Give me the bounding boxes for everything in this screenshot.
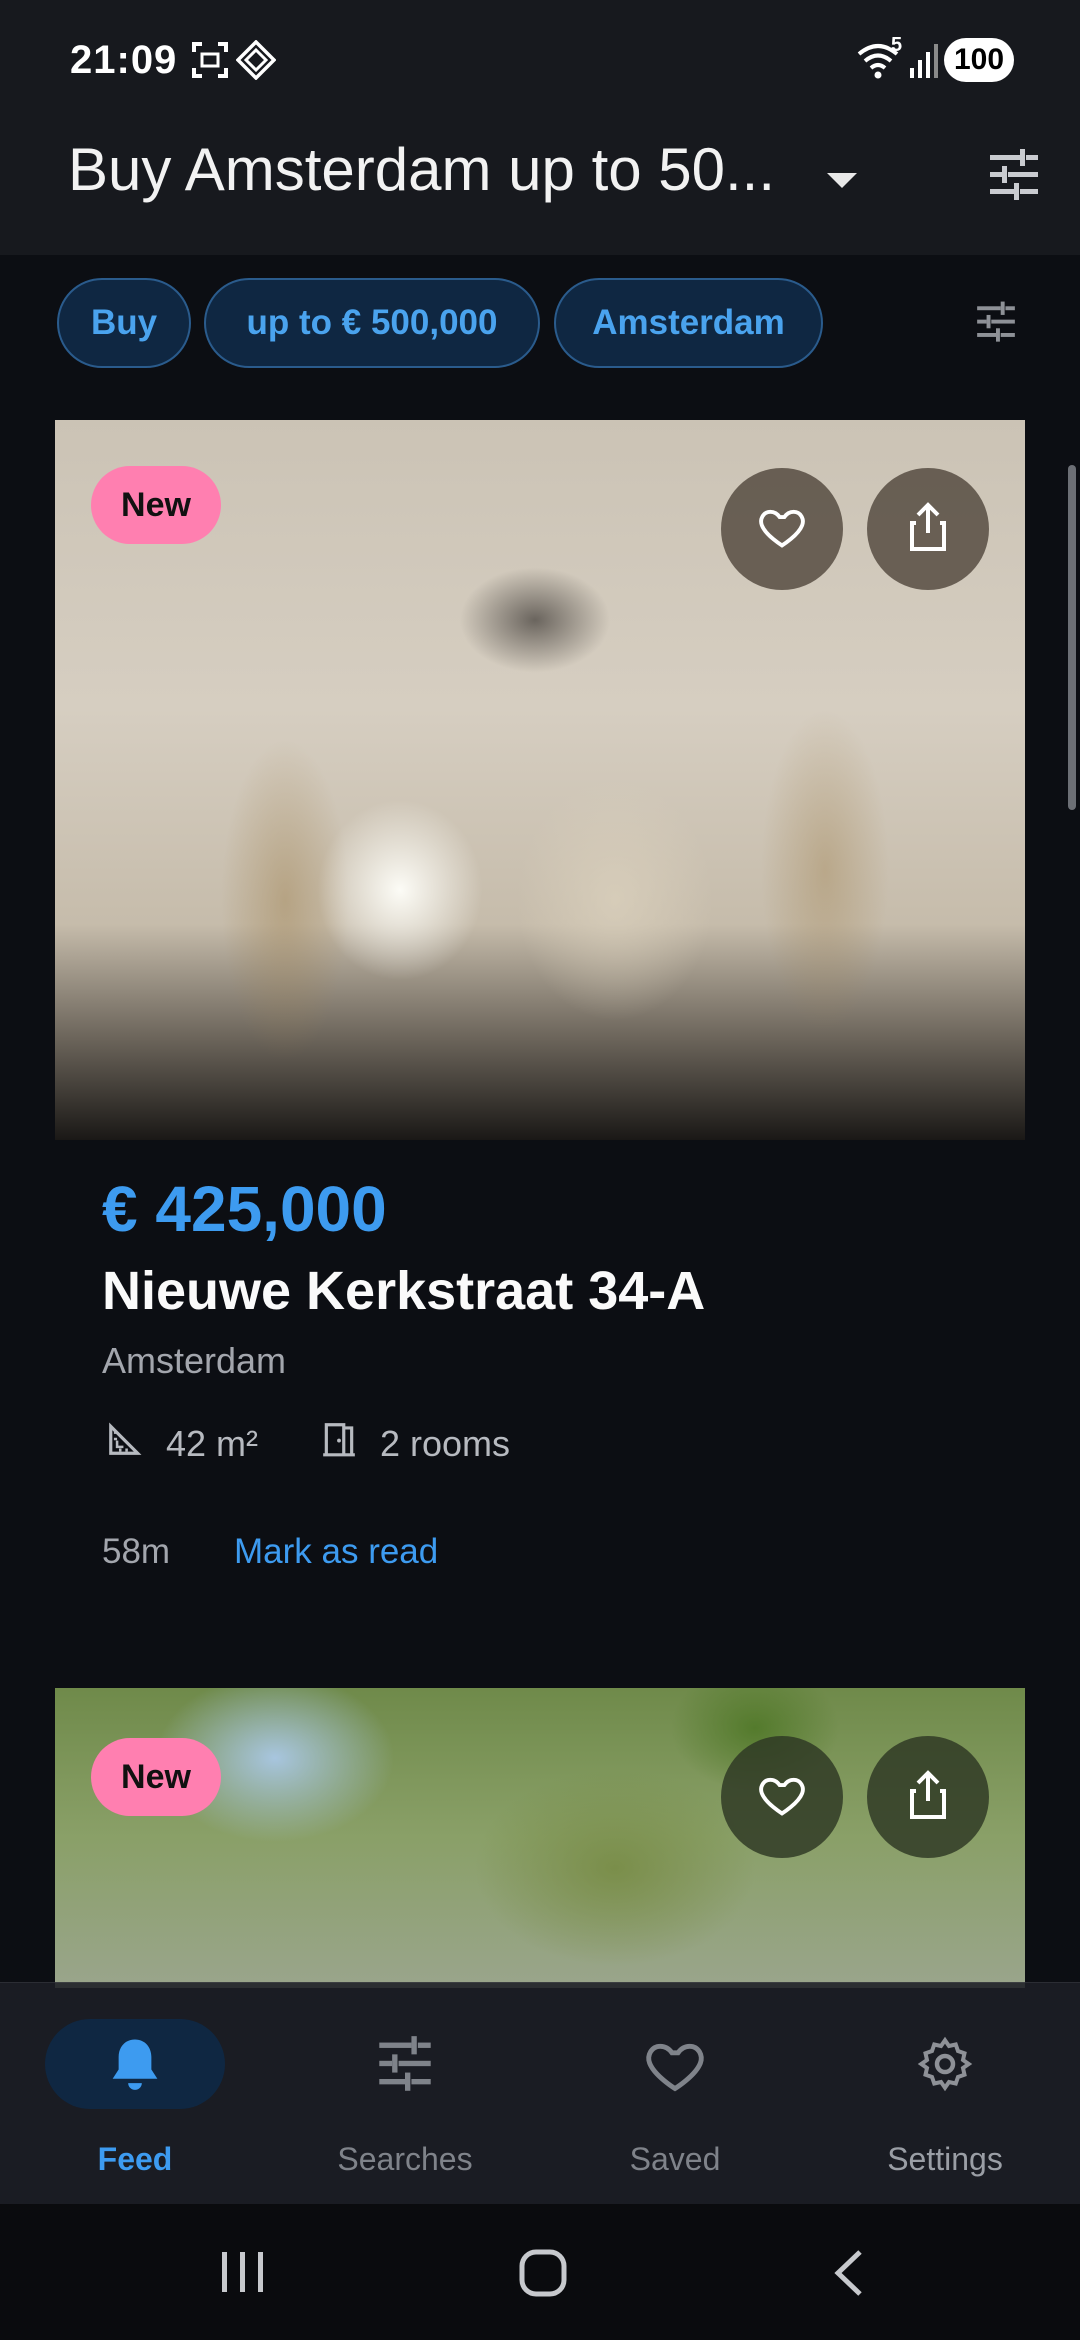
- home-icon[interactable]: [518, 2248, 568, 2303]
- area-value: 42 m²: [166, 1422, 259, 1464]
- listing-address[interactable]: Nieuwe Kerkstraat 34-A: [102, 1260, 705, 1322]
- filter-chip-price[interactable]: up to € 500,000: [204, 278, 540, 368]
- listing-photo[interactable]: New: [55, 1688, 1025, 1988]
- filter-settings-icon[interactable]: [974, 300, 1018, 349]
- scrollbar[interactable]: [1068, 465, 1076, 810]
- share-icon: [904, 501, 952, 558]
- system-navigation-bar: [0, 2204, 1080, 2340]
- favorite-button[interactable]: [721, 468, 843, 590]
- listing-age: 58m: [102, 1532, 171, 1571]
- door-icon: [320, 1420, 358, 1467]
- dropdown-icon[interactable]: [827, 173, 857, 188]
- screenshot-icon: [190, 40, 230, 85]
- nav-item-settings[interactable]: Settings: [810, 1983, 1080, 2205]
- favorite-button[interactable]: [721, 1736, 843, 1858]
- signal-icon: [908, 40, 940, 85]
- tune-icon[interactable]: [986, 147, 1042, 208]
- status-bar: 21:09 5 100: [0, 0, 1080, 125]
- mark-as-read-link[interactable]: Mark as read: [234, 1532, 438, 1572]
- share-icon: [904, 1769, 952, 1826]
- vpn-icon: [235, 39, 277, 85]
- listing-photo[interactable]: New: [55, 420, 1025, 1140]
- nav-item-saved[interactable]: Saved: [540, 1983, 810, 2205]
- heart-icon: [640, 2034, 710, 2099]
- share-button[interactable]: [867, 1736, 989, 1858]
- area-ruler-icon: [106, 1420, 144, 1467]
- bottom-navigation: Feed Searches Saved Settings: [0, 1982, 1080, 2205]
- new-badge: New: [91, 1738, 221, 1816]
- heart-icon: [756, 1769, 808, 1826]
- nav-label-feed: Feed: [97, 2141, 173, 2177]
- nav-item-searches[interactable]: Searches: [270, 1983, 540, 2205]
- bell-icon: [100, 2034, 170, 2099]
- filter-chip-buy[interactable]: Buy: [57, 278, 191, 368]
- search-title[interactable]: Buy Amsterdam up to 50...: [68, 135, 775, 204]
- heart-icon: [756, 501, 808, 558]
- nav-item-feed[interactable]: Feed: [0, 1983, 270, 2205]
- nav-label-settings: Settings: [887, 2141, 1003, 2177]
- listing-price: € 425,000: [102, 1173, 387, 1245]
- battery-icon: 100: [944, 38, 1014, 82]
- filter-chip-location[interactable]: Amsterdam: [554, 278, 823, 368]
- back-icon[interactable]: [830, 2248, 866, 2303]
- tune-icon: [370, 2034, 440, 2099]
- top-app-bar: Buy Amsterdam up to 50...: [0, 125, 1080, 255]
- nav-label-saved: Saved: [629, 2141, 721, 2177]
- share-button[interactable]: [867, 468, 989, 590]
- listing-area: 42 m²: [106, 1420, 258, 1467]
- nav-label-searches: Searches: [337, 2141, 473, 2177]
- rooms-value: 2 rooms: [380, 1422, 511, 1464]
- status-time: 21:09: [70, 38, 178, 82]
- gear-icon: [910, 2034, 980, 2099]
- listing-rooms: 2 rooms: [320, 1420, 510, 1467]
- wifi-icon: 5: [855, 34, 902, 85]
- listing-city: Amsterdam: [102, 1340, 287, 1381]
- new-badge: New: [91, 466, 221, 544]
- wifi-band-label: 5: [891, 34, 903, 56]
- recent-apps-icon[interactable]: [218, 2250, 268, 2299]
